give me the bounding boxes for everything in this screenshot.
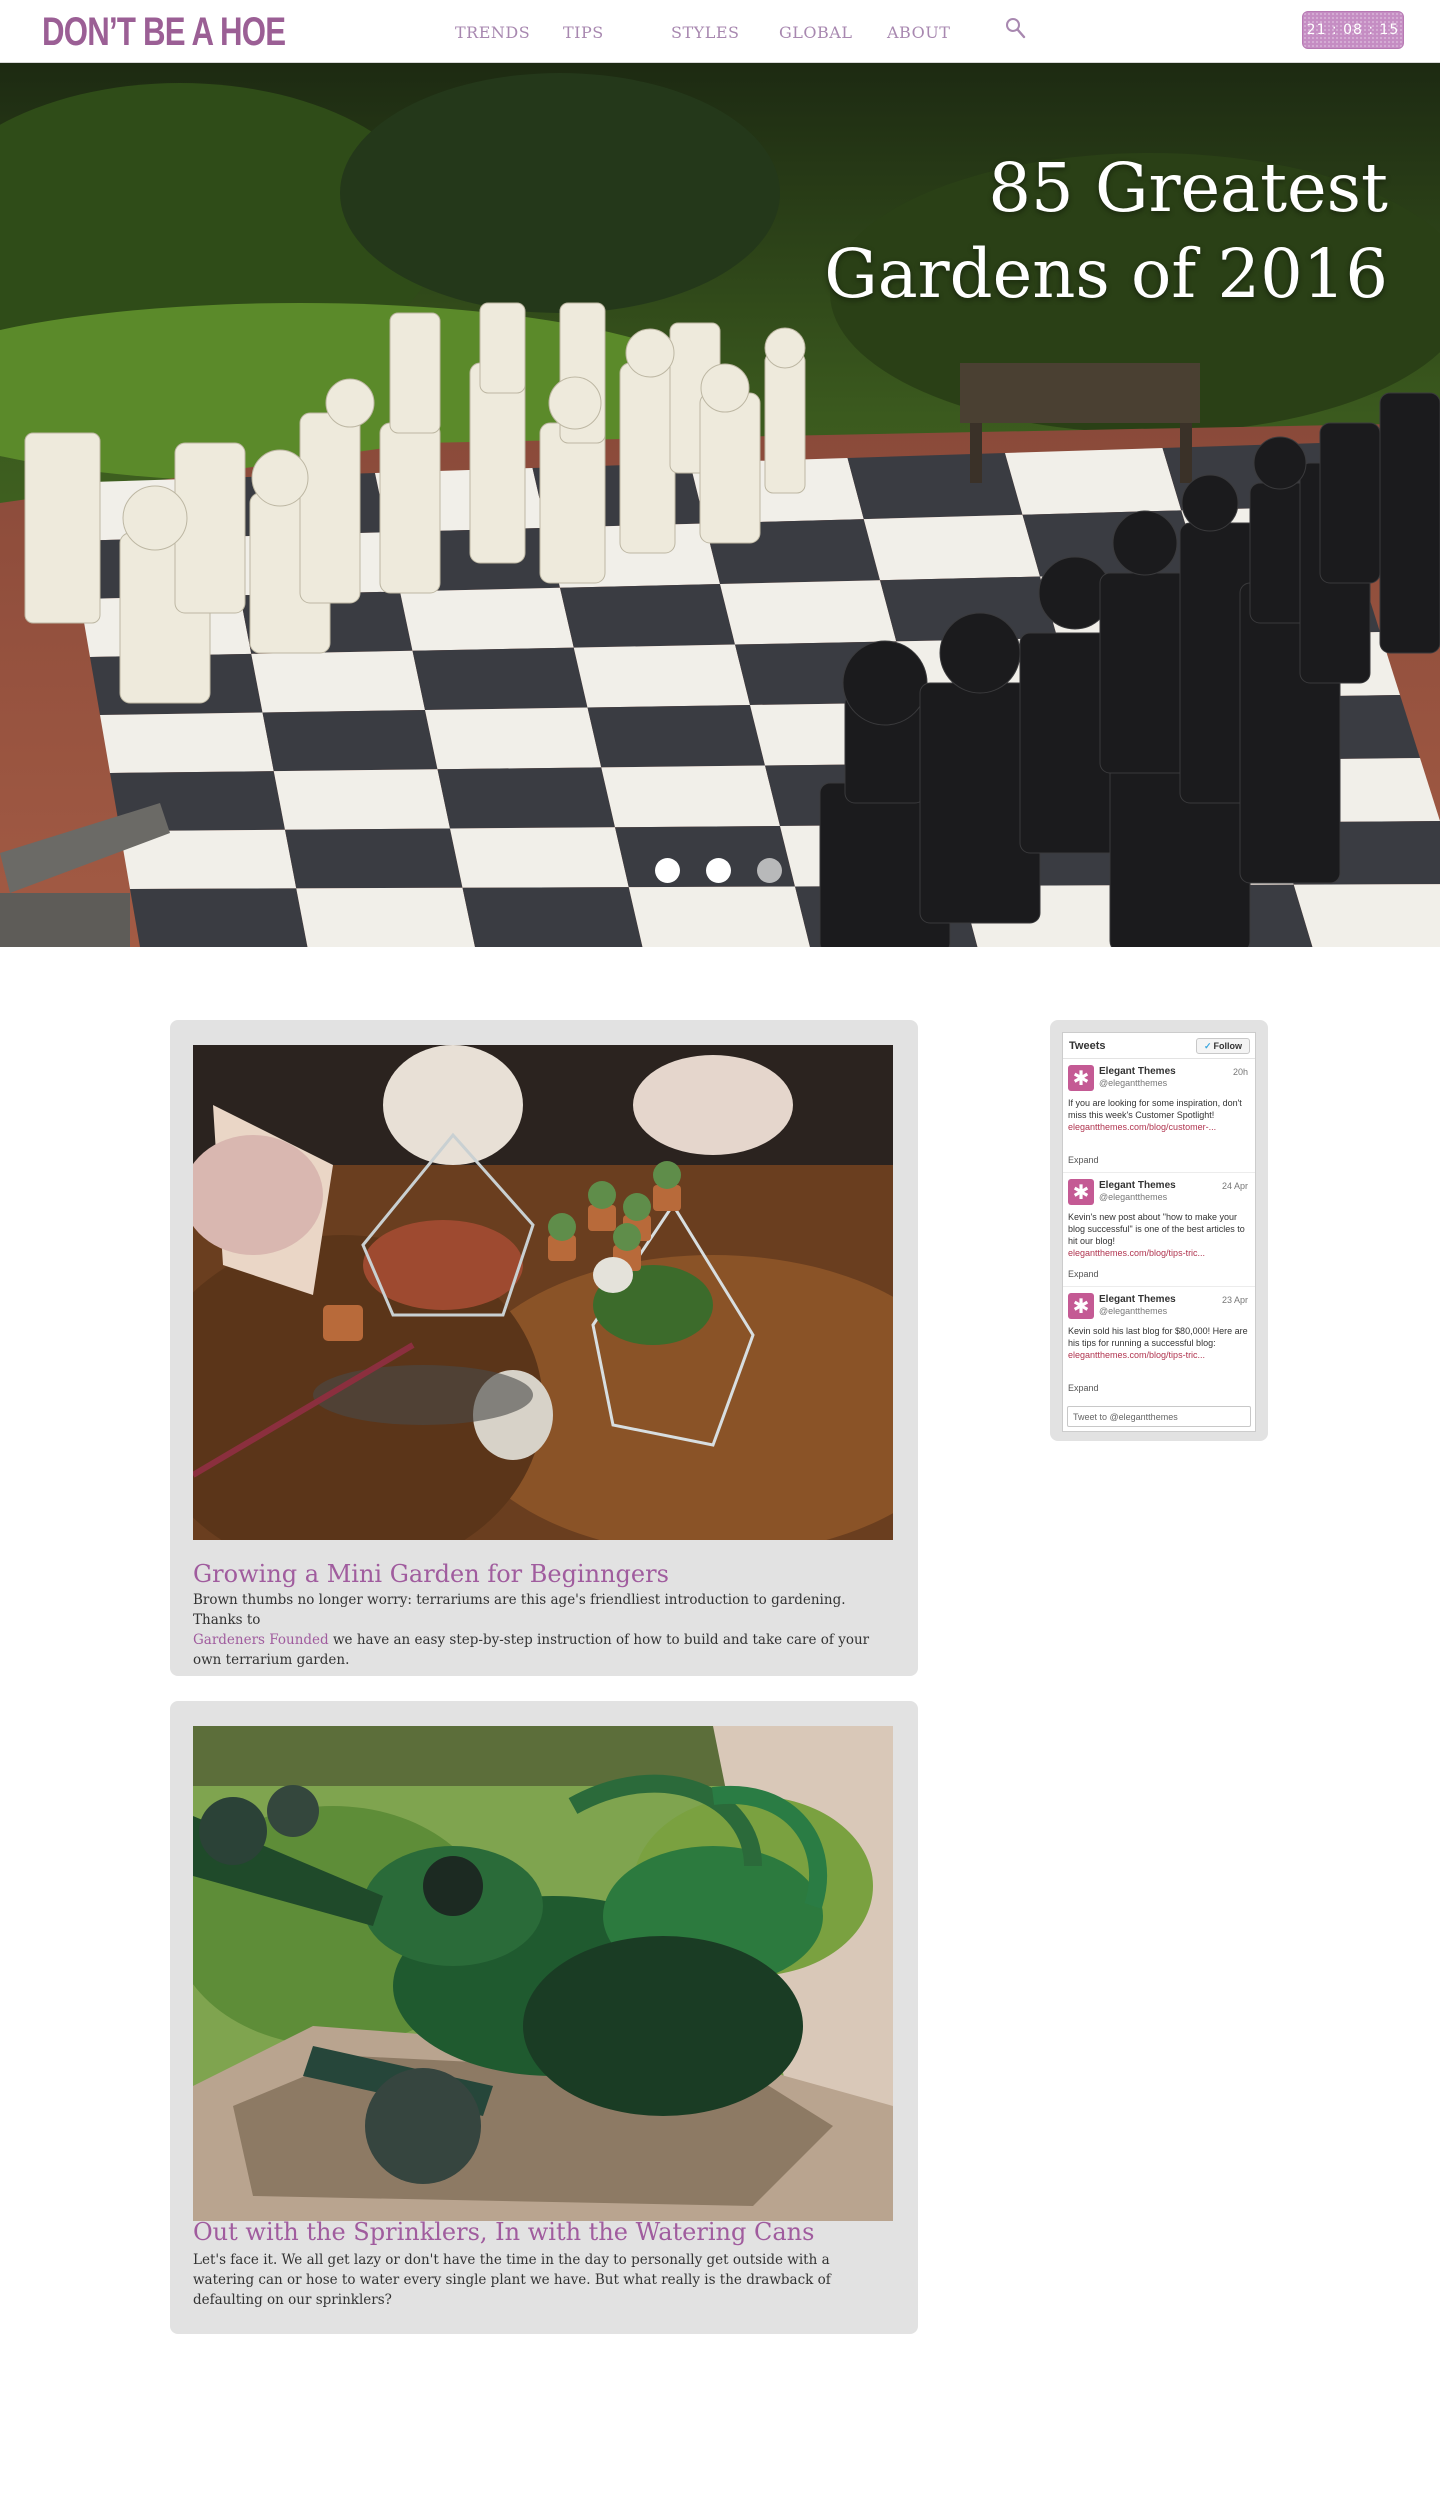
hero-slider: 85 Greatest Gardens of 2016 [0, 63, 1440, 947]
gardeners-founded-link[interactable]: Gardeners Founded [193, 1632, 329, 1648]
twitter-header: Tweets ✓ Follow [1063, 1033, 1255, 1059]
twitter-heading: Tweets [1069, 1040, 1106, 1052]
nav-about[interactable]: ABOUT [887, 23, 950, 42]
chessboard-square [437, 767, 615, 829]
chessboard-square [251, 650, 425, 713]
tweet-timestamp[interactable]: 23 Apr [1222, 1295, 1248, 1305]
post-card: Growing a Mini Garden for Beginngers Bro… [170, 1020, 918, 1676]
search-icon[interactable] [1005, 17, 1027, 41]
post-title[interactable]: Out with the Sprinklers, In with the Wat… [193, 2218, 814, 2246]
nav-styles[interactable]: STYLES [671, 23, 739, 42]
asterisk-avatar-icon[interactable]: ✱ [1068, 1065, 1094, 1091]
chessboard-square [285, 828, 463, 889]
slider-dot-2[interactable] [706, 858, 731, 883]
nav-global[interactable]: GLOBAL [779, 23, 852, 42]
hero-title-line1: 85 Greatest [988, 149, 1388, 227]
chessboard-square [462, 887, 643, 947]
chessboard-square [450, 827, 629, 888]
tweet-author-name[interactable]: Elegant Themes [1099, 1066, 1176, 1077]
slider-pagination [655, 858, 782, 883]
tweet-text: If you are looking for some inspiration,… [1068, 1097, 1250, 1133]
post-title[interactable]: Growing a Mini Garden for Beginngers [193, 1560, 669, 1588]
tweet-text: Kevin sold his last blog for $80,000! He… [1068, 1325, 1250, 1361]
tweet-text-body: Kevin's new post about "how to make your… [1068, 1212, 1245, 1246]
tweet-compose-input[interactable]: Tweet to @elegantthemes [1067, 1406, 1251, 1427]
tweet-timestamp[interactable]: 20h [1233, 1067, 1248, 1077]
follow-button[interactable]: ✓ Follow [1196, 1038, 1250, 1054]
post-excerpt: Brown thumbs no longer worry: terrariums… [193, 1590, 893, 1670]
twitter-widget: Tweets ✓ Follow ✱ Elegant Themes @elegant… [1050, 1020, 1268, 1441]
twitter-bird-icon: ✓ [1203, 1041, 1212, 1051]
chessboard-square [573, 644, 750, 708]
site-logo[interactable]: DON’T BE A HOE [42, 10, 286, 55]
tweet-link[interactable]: elegantthemes.com/blog/tips-tric... [1068, 1349, 1250, 1361]
tweet-author-name[interactable]: Elegant Themes [1099, 1294, 1176, 1305]
tweet-author-name[interactable]: Elegant Themes [1099, 1180, 1176, 1191]
tweet-author-handle[interactable]: @elegantthemes [1099, 1078, 1167, 1088]
chessboard-square [628, 886, 810, 947]
post-image-terrarium[interactable] [193, 1045, 893, 1540]
chessboard-square [1293, 884, 1440, 947]
tweet-expand[interactable]: Expand [1068, 1155, 1099, 1165]
twitter-timeline: Tweets ✓ Follow ✱ Elegant Themes @elegant… [1062, 1032, 1256, 1432]
tweet-expand[interactable]: Expand [1068, 1383, 1099, 1393]
chessboard-square [1005, 448, 1182, 515]
post-excerpt: Let's face it. We all get lazy or don't … [193, 2252, 831, 2308]
chessboard-square [425, 707, 602, 770]
tweet-text-body: Kevin sold his last blog for $80,000! He… [1068, 1326, 1248, 1348]
tweet-timestamp[interactable]: 24 Apr [1222, 1181, 1248, 1191]
chessboard-square [273, 769, 450, 830]
tweet-author-handle[interactable]: @elegantthemes [1099, 1192, 1167, 1202]
clock-widget: 21 : 08 : 15 [1302, 11, 1404, 49]
chessboard-square [560, 584, 735, 648]
chessboard-square [847, 453, 1023, 520]
asterisk-avatar-icon[interactable]: ✱ [1068, 1179, 1094, 1205]
follow-label: Follow [1213, 1041, 1243, 1051]
chessboard-square [863, 514, 1040, 581]
slider-dot-1[interactable] [655, 858, 680, 883]
site-header: DON’T BE A HOE TRENDS TIPS STYLES GLOBAL… [0, 0, 1440, 63]
chessboard-square [601, 765, 780, 828]
slider-dot-3[interactable] [757, 858, 782, 883]
tweet-text-body: If you are looking for some inspiration,… [1068, 1098, 1242, 1120]
post-card: Out with the Sprinklers, In with the Wat… [170, 1701, 918, 2334]
post-excerpt-text: Brown thumbs no longer worry: terrariums… [193, 1592, 846, 1628]
chessboard-square [296, 887, 475, 947]
tweet-text: Kevin's new post about "how to make your… [1068, 1211, 1250, 1259]
post-image-watering-cans[interactable] [193, 1726, 893, 2221]
hero-title-line2: Gardens of 2016 [824, 235, 1388, 313]
nav-trends[interactable]: TRENDS [455, 23, 530, 42]
tweet-item[interactable]: ✱ Elegant Themes @elegantthemes 24 Apr K… [1063, 1173, 1255, 1287]
chessboard-square [100, 712, 274, 773]
tweet-link[interactable]: elegantthemes.com/blog/customer-... [1068, 1121, 1250, 1133]
tweet-item[interactable]: ✱ Elegant Themes @elegantthemes 20h If y… [1063, 1059, 1255, 1173]
chessboard-square [720, 580, 897, 645]
chessboard-square [400, 587, 574, 651]
chessboard-square [130, 888, 308, 947]
chessboard-square [412, 647, 588, 710]
nav-tips[interactable]: TIPS [563, 23, 604, 42]
tweet-author-handle[interactable]: @elegantthemes [1099, 1306, 1167, 1316]
hero-title[interactable]: 85 Greatest Gardens of 2016 [688, 145, 1388, 317]
tweet-expand[interactable]: Expand [1068, 1269, 1099, 1279]
tweet-link[interactable]: elegantthemes.com/blog/tips-tric... [1068, 1247, 1250, 1259]
chessboard-square [262, 710, 438, 772]
asterisk-avatar-icon[interactable]: ✱ [1068, 1293, 1094, 1319]
tweet-item[interactable]: ✱ Elegant Themes @elegantthemes 23 Apr K… [1063, 1287, 1255, 1401]
chessboard-square [587, 705, 765, 768]
